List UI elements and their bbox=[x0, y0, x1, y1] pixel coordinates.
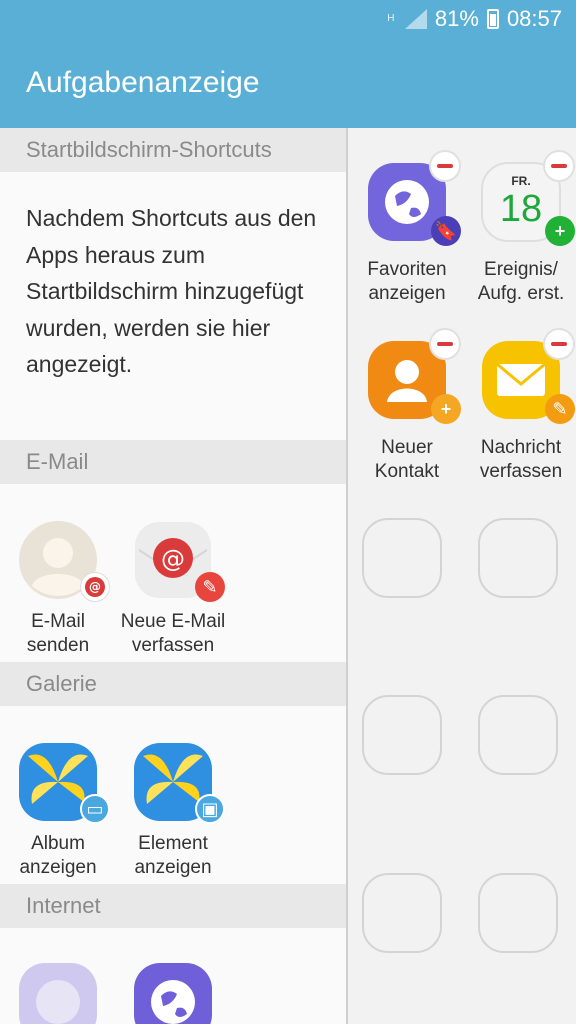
empty-description: Nachdem Shortcuts aus den Apps heraus zu… bbox=[26, 205, 317, 377]
empty-shortcut-slot[interactable] bbox=[478, 518, 558, 598]
network-type-icon: H bbox=[387, 13, 395, 24]
section-header-gallery: Galerie bbox=[0, 662, 346, 706]
remove-shortcut-button[interactable] bbox=[429, 150, 461, 182]
battery-icon bbox=[486, 9, 499, 29]
message-icon: ✎ bbox=[481, 328, 575, 424]
svg-text:@: @ bbox=[89, 580, 101, 594]
contacts-icon: + bbox=[367, 328, 461, 424]
shortcut-email-send[interactable]: @ E-Mail senden bbox=[0, 520, 116, 658]
remove-shortcut-button[interactable] bbox=[543, 328, 575, 360]
remove-shortcut-button[interactable] bbox=[429, 328, 461, 360]
add-badge-icon: + bbox=[545, 216, 575, 246]
gallery-icon: ▣ bbox=[133, 742, 225, 824]
internet-icon bbox=[133, 962, 213, 1024]
section-header-internet: Internet bbox=[0, 884, 346, 928]
contact-icon: @ bbox=[18, 520, 110, 602]
image-badge-icon: ▣ bbox=[195, 794, 225, 824]
remove-shortcut-button[interactable] bbox=[543, 150, 575, 182]
shortcut-source-list[interactable]: Startbildschirm-Shortcuts Nachdem Shortc… bbox=[0, 128, 346, 1024]
add-badge-icon: + bbox=[431, 394, 461, 424]
svg-text:@: @ bbox=[161, 545, 185, 573]
shortcut-label: Favoriten anzeigen bbox=[367, 259, 447, 304]
page-title: Aufgabenanzeige bbox=[26, 66, 260, 99]
empty-shortcut-slot[interactable] bbox=[478, 695, 558, 775]
shortcut-label: Ereignis/ Aufg. erst. bbox=[477, 259, 565, 304]
shortcut-album-view[interactable]: ▭ Album anzeigen bbox=[0, 742, 116, 880]
bookmark-badge-icon: 🔖 bbox=[431, 216, 461, 246]
grid-shortcut-event[interactable]: FR. 18 + Ereignis/ Aufg. erst. bbox=[464, 150, 576, 306]
app-bar: Aufgabenanzeige bbox=[0, 38, 576, 128]
empty-shortcut-slot[interactable] bbox=[362, 695, 442, 775]
shortcut-label: E-Mail senden bbox=[26, 611, 90, 656]
internet-icon bbox=[18, 962, 98, 1024]
empty-shortcut-slot[interactable] bbox=[362, 873, 442, 953]
grid-shortcut-compose-message[interactable]: ✎ Nachricht verfassen bbox=[464, 328, 576, 484]
empty-shortcut-slot[interactable] bbox=[478, 873, 558, 953]
album-badge-icon: ▭ bbox=[80, 794, 110, 824]
shortcut-element-view[interactable]: ▣ Element anzeigen bbox=[115, 742, 231, 880]
shortcut-label: Nachricht verfassen bbox=[479, 437, 563, 482]
shortcut-label: Element anzeigen bbox=[134, 833, 212, 878]
grid-shortcut-favorites[interactable]: 🔖 Favoriten anzeigen bbox=[350, 150, 464, 306]
email-icon: @ ✎ bbox=[133, 520, 225, 602]
section-header-home-shortcuts: Startbildschirm-Shortcuts bbox=[0, 128, 346, 172]
compose-badge-icon: ✎ bbox=[545, 394, 575, 424]
shortcut-label: Album anzeigen bbox=[19, 833, 97, 878]
shortcut-internet-2[interactable] bbox=[115, 962, 231, 1024]
battery-percent: 81% bbox=[434, 6, 479, 31]
internet-icon: 🔖 bbox=[367, 150, 461, 246]
shortcut-email-compose[interactable]: @ ✎ Neue E-Mail verfassen bbox=[115, 520, 231, 658]
home-shortcut-grid[interactable]: 🔖 Favoriten anzeigen FR. 18 + Ereignis/ … bbox=[348, 128, 576, 1024]
grid-shortcut-new-contact[interactable]: + Neuer Kontakt bbox=[350, 328, 464, 484]
status-icons: H 81% 08:57 bbox=[385, 6, 562, 32]
gallery-icon: ▭ bbox=[18, 742, 110, 824]
calendar-icon: FR. 18 + bbox=[481, 150, 575, 246]
shortcut-label: Neuer Kontakt bbox=[374, 437, 440, 482]
compose-badge-icon: ✎ bbox=[195, 572, 225, 602]
shortcut-label: Neue E-Mail verfassen bbox=[120, 611, 226, 656]
empty-shortcut-slot[interactable] bbox=[362, 518, 442, 598]
email-badge-icon: @ bbox=[80, 572, 110, 602]
signal-icon bbox=[404, 9, 427, 29]
section-header-email: E-Mail bbox=[0, 440, 346, 484]
status-bar: H 81% 08:57 bbox=[0, 0, 576, 38]
clock: 08:57 bbox=[506, 6, 562, 31]
shortcut-internet-1[interactable] bbox=[0, 962, 116, 1024]
